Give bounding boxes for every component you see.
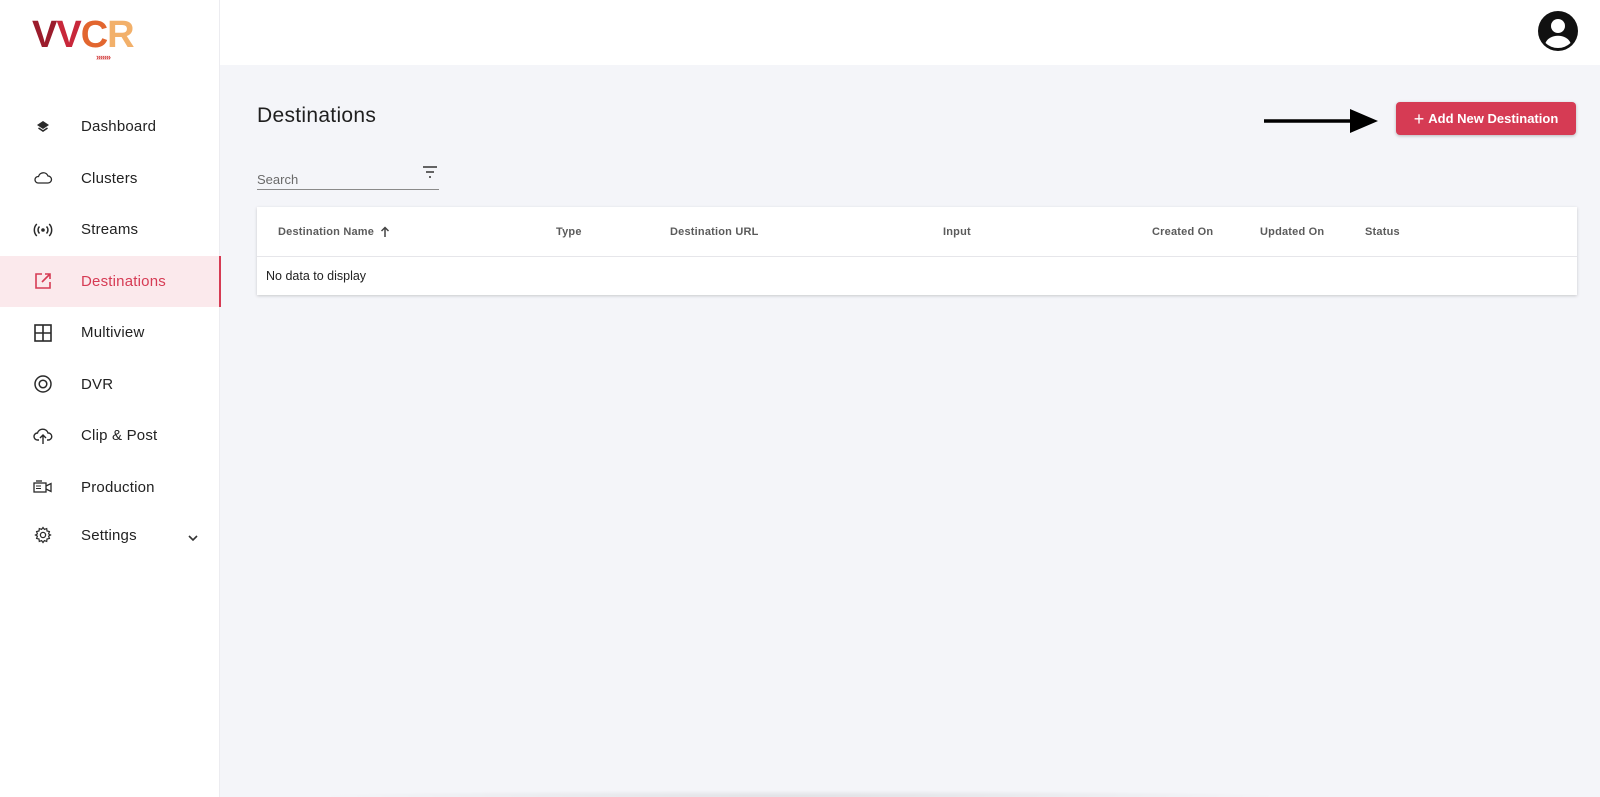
sidebar-item-label: Settings [81, 526, 137, 544]
add-new-destination-label: Add New Destination [1428, 111, 1559, 126]
arrow-up-icon [380, 226, 390, 238]
user-avatar-icon[interactable] [1537, 10, 1579, 52]
column-header-updated-on[interactable]: Updated On [1260, 226, 1324, 238]
column-header-destination-url[interactable]: Destination URL [670, 226, 759, 238]
plus-icon: + [1413, 108, 1425, 129]
top-bar [220, 0, 1600, 65]
column-header-label: Type [556, 226, 582, 238]
sidebar-item-label: Clusters [81, 169, 138, 187]
column-header-destination-name[interactable]: Destination Name [278, 226, 390, 238]
sidebar-nav: Dashboard Clusters Streams Destinations … [0, 101, 221, 557]
column-header-status[interactable]: Status [1365, 226, 1400, 238]
layers-icon [32, 116, 54, 138]
broadcast-icon [32, 219, 54, 241]
sidebar: V V C R ››››››› Dashboard Clusters Strea… [0, 0, 221, 797]
sidebar-item-streams[interactable]: Streams [0, 204, 220, 256]
add-new-destination-button[interactable]: + Add New Destination [1396, 102, 1576, 135]
sidebar-item-dvr[interactable]: DVR [0, 359, 220, 411]
sidebar-item-label: Clip & Post [81, 427, 158, 445]
sidebar-item-destinations[interactable]: Destinations [0, 255, 221, 307]
bottom-shadow [310, 790, 1290, 797]
destinations-table: Destination Name Type Destination URL In… [257, 207, 1577, 295]
sidebar-item-label: Streams [81, 221, 139, 239]
search-field [257, 162, 439, 190]
column-header-label: Created On [1152, 226, 1214, 238]
sidebar-item-dashboard[interactable]: Dashboard [0, 101, 220, 153]
logo-chevrons: ››››››› [96, 52, 111, 62]
column-header-label: Input [943, 226, 971, 238]
record-icon [32, 373, 54, 395]
sidebar-item-clusters[interactable]: Clusters [0, 153, 220, 205]
column-header-label: Status [1365, 226, 1400, 238]
sidebar-item-multiview[interactable]: Multiview [0, 307, 220, 359]
sidebar-item-clip-post[interactable]: Clip & Post [0, 410, 220, 462]
table-header: Destination Name Type Destination URL In… [257, 207, 1577, 257]
external-link-icon [32, 270, 54, 292]
search-input[interactable] [257, 162, 417, 188]
sidebar-item-settings[interactable]: Settings [0, 513, 220, 557]
column-header-created-on[interactable]: Created On [1152, 226, 1213, 238]
sidebar-item-label: Destinations [81, 272, 166, 290]
logo-letter-c: C [80, 14, 108, 56]
gear-icon [32, 524, 54, 546]
filter-icon[interactable] [421, 165, 439, 179]
column-header-type[interactable]: Type [556, 226, 582, 238]
column-header-label: Destination URL [670, 226, 759, 238]
arrow-right-icon [1264, 106, 1380, 136]
chevron-down-icon[interactable] [186, 531, 200, 545]
cloud-upload-icon [32, 425, 54, 447]
app-logo[interactable]: V V C R ››››››› [32, 16, 142, 64]
grid-icon [32, 322, 54, 344]
page-title: Destinations [257, 104, 377, 127]
logo-wordmark: V V C R [32, 16, 142, 54]
logo-letter-v2: V [56, 14, 81, 56]
logo-letter-r: R [107, 14, 134, 56]
column-header-label: Updated On [1260, 226, 1325, 238]
empty-state-message: No data to display [266, 269, 367, 283]
logo-letter-v1: V [32, 14, 57, 56]
column-header-input[interactable]: Input [943, 226, 971, 238]
sidebar-item-label: DVR [81, 375, 114, 393]
sidebar-item-label: Production [81, 478, 155, 496]
column-header-label: Destination Name [278, 226, 375, 238]
sidebar-item-label: Multiview [81, 324, 145, 342]
sidebar-item-label: Dashboard [81, 118, 157, 136]
cloud-icon [32, 167, 54, 189]
sidebar-item-production[interactable]: Production [0, 462, 220, 514]
video-camera-icon [32, 476, 54, 498]
